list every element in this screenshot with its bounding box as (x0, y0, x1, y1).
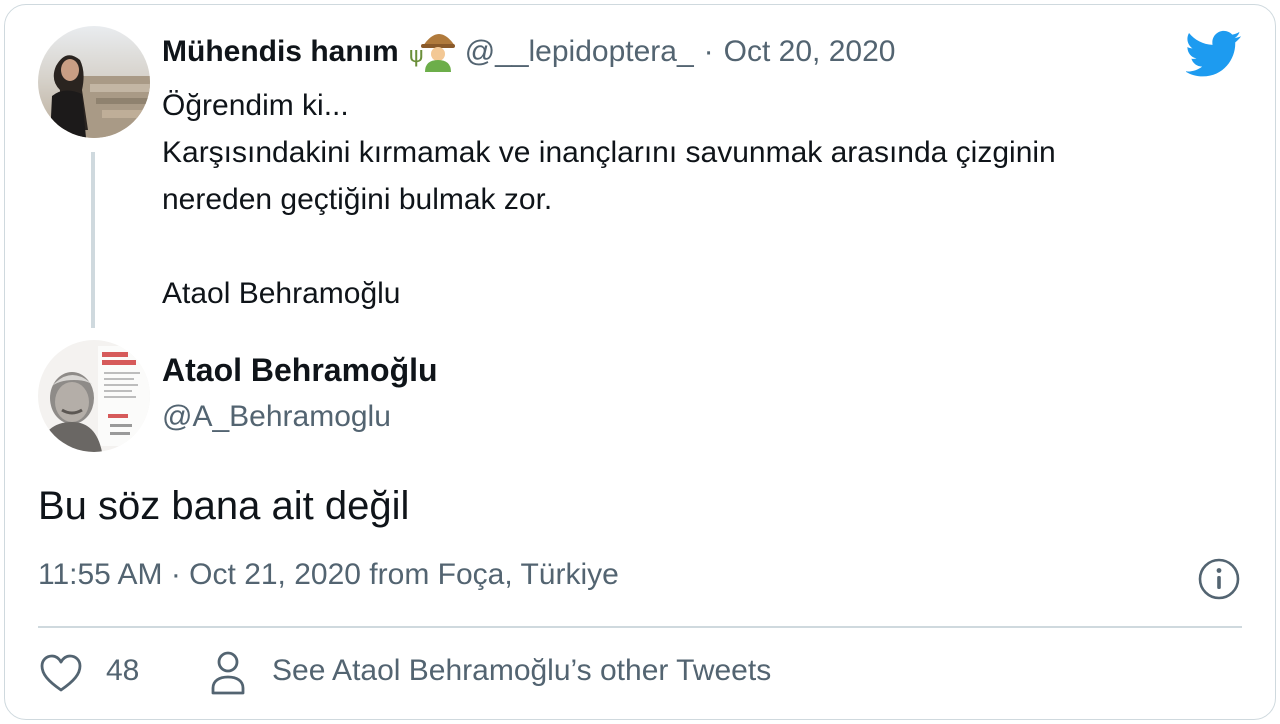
parent-tweet-date[interactable]: Oct 20, 2020 (724, 35, 896, 69)
heart-icon[interactable] (40, 654, 82, 694)
user-icon (210, 650, 246, 696)
farmer-emoji-icon: ψ (409, 32, 455, 72)
parent-text-line-4 (162, 223, 1242, 270)
reply-tweet-text: Bu söz bana ait değil (38, 484, 410, 528)
reply-author-avatar[interactable] (38, 340, 150, 452)
parent-author-avatar[interactable] (38, 26, 150, 138)
info-icon[interactable] (1198, 558, 1240, 600)
parent-tweet-text: Öğrendim ki... Karşısındakini kırmamak v… (162, 82, 1242, 317)
parent-text-line-3: nereden geçtiğini bulmak zor. (162, 183, 553, 216)
reply-author-handle[interactable]: @A_Behramoglu (162, 400, 391, 434)
parent-text-line-2: Karşısındakini kırmamak ve inançlarını s… (162, 136, 1056, 169)
thread-connector-line (91, 152, 95, 328)
parent-author-handle[interactable]: @__lepidoptera_ (465, 35, 694, 69)
parent-author-name[interactable]: Mühendis hanım (162, 35, 399, 69)
reply-tweet-meta[interactable]: 11:55 AM · Oct 21, 2020 from Foça, Türki… (38, 558, 619, 592)
parent-text-line-5: Ataol Behramoğlu (162, 277, 401, 310)
see-other-tweets-link[interactable]: See Ataol Behramoğlu’s other Tweets (272, 654, 771, 688)
parent-text-line-1: Öğrendim ki... (162, 89, 349, 122)
like-count[interactable]: 48 (106, 654, 139, 688)
footer-divider (38, 626, 1242, 628)
twitter-bird-icon[interactable] (1185, 30, 1242, 78)
header-separator: · (703, 35, 714, 68)
parent-tweet-header: Mühendis hanım ψ @__lepidoptera_ · Oct 2… (162, 30, 895, 74)
reply-author-name[interactable]: Ataol Behramoğlu (162, 352, 438, 389)
